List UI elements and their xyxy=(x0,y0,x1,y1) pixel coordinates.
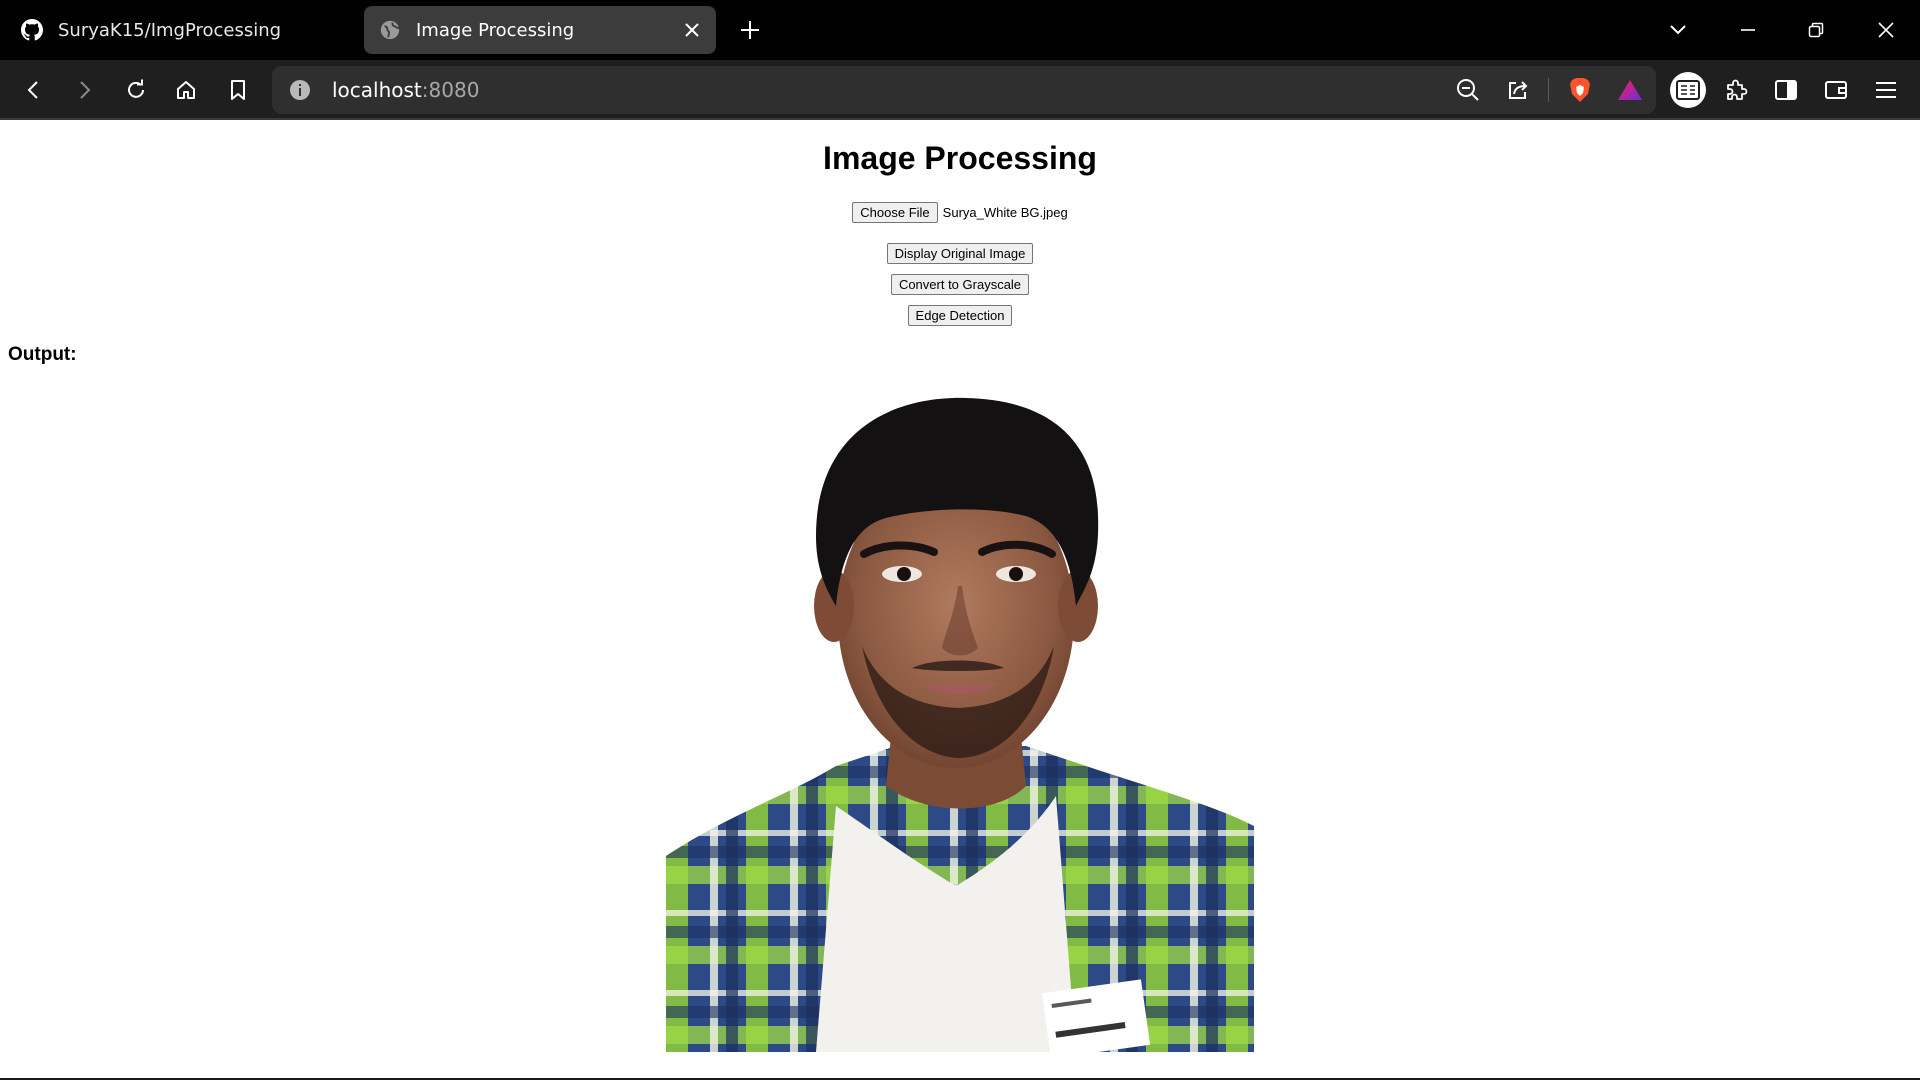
restore-window-icon[interactable] xyxy=(1798,12,1834,48)
close-window-icon[interactable] xyxy=(1868,12,1904,48)
tab-label: SuryaK15/ImgProcessing xyxy=(58,19,282,41)
edge-detection-row: Edge Detection xyxy=(0,305,1920,326)
brave-shields-icon[interactable] xyxy=(1562,72,1598,108)
convert-to-grayscale-button[interactable]: Convert to Grayscale xyxy=(890,274,1030,295)
output-image xyxy=(666,386,1254,1052)
home-icon[interactable] xyxy=(168,72,204,108)
globe-icon xyxy=(378,18,402,42)
file-input: Choose File Surya_White BG.jpeg xyxy=(0,202,1920,223)
reload-icon[interactable] xyxy=(118,72,154,108)
page-content: Image Processing Choose File Surya_White… xyxy=(0,122,1920,1078)
zoom-out-icon[interactable] xyxy=(1450,72,1486,108)
bookmark-icon[interactable] xyxy=(220,72,256,108)
browser-tab-strip: SuryaK15/ImgProcessing Image Processing xyxy=(0,0,1920,60)
display-original-row: Display Original Image xyxy=(0,243,1920,264)
close-tab-icon[interactable] xyxy=(678,16,706,44)
reader-mode-icon[interactable] xyxy=(1670,72,1706,108)
extensions-puzzle-icon[interactable] xyxy=(1718,72,1754,108)
github-icon xyxy=(20,18,44,42)
url-host: localhost xyxy=(332,78,422,102)
url-text: localhost:8080 xyxy=(332,78,479,102)
sidebar-toggle-icon[interactable] xyxy=(1768,72,1804,108)
output-label: Output: xyxy=(8,344,77,365)
page-title: Image Processing xyxy=(823,140,1097,176)
wallet-icon[interactable] xyxy=(1818,72,1854,108)
tab-search-chevron-down-icon[interactable] xyxy=(1660,12,1696,48)
back-arrow-icon[interactable] xyxy=(16,72,52,108)
site-info-icon[interactable] xyxy=(286,76,314,104)
address-bar[interactable]: localhost:8080 xyxy=(272,66,1656,114)
choose-file-button[interactable]: Choose File xyxy=(852,202,938,223)
share-icon[interactable] xyxy=(1500,72,1536,108)
portrait-photo xyxy=(666,397,1254,1052)
grayscale-row: Convert to Grayscale xyxy=(0,274,1920,295)
selected-file-name: Surya_White BG.jpeg xyxy=(942,205,1068,220)
brave-rewards-icon[interactable] xyxy=(1612,72,1648,108)
tab-github[interactable]: SuryaK15/ImgProcessing xyxy=(10,6,350,54)
display-original-image-button[interactable]: Display Original Image xyxy=(886,243,1034,264)
tab-image-processing[interactable]: Image Processing xyxy=(364,6,716,54)
tab-label: Image Processing xyxy=(416,19,575,41)
edge-detection-button[interactable]: Edge Detection xyxy=(907,305,1013,326)
toolbar-divider xyxy=(1548,78,1549,102)
forward-arrow-icon[interactable] xyxy=(66,72,102,108)
minimize-icon[interactable] xyxy=(1730,12,1766,48)
browser-toolbar: localhost:8080 xyxy=(0,60,1920,120)
url-port: :8080 xyxy=(421,78,480,102)
menu-hamburger-icon[interactable] xyxy=(1868,72,1904,108)
new-tab-button[interactable] xyxy=(734,14,766,46)
